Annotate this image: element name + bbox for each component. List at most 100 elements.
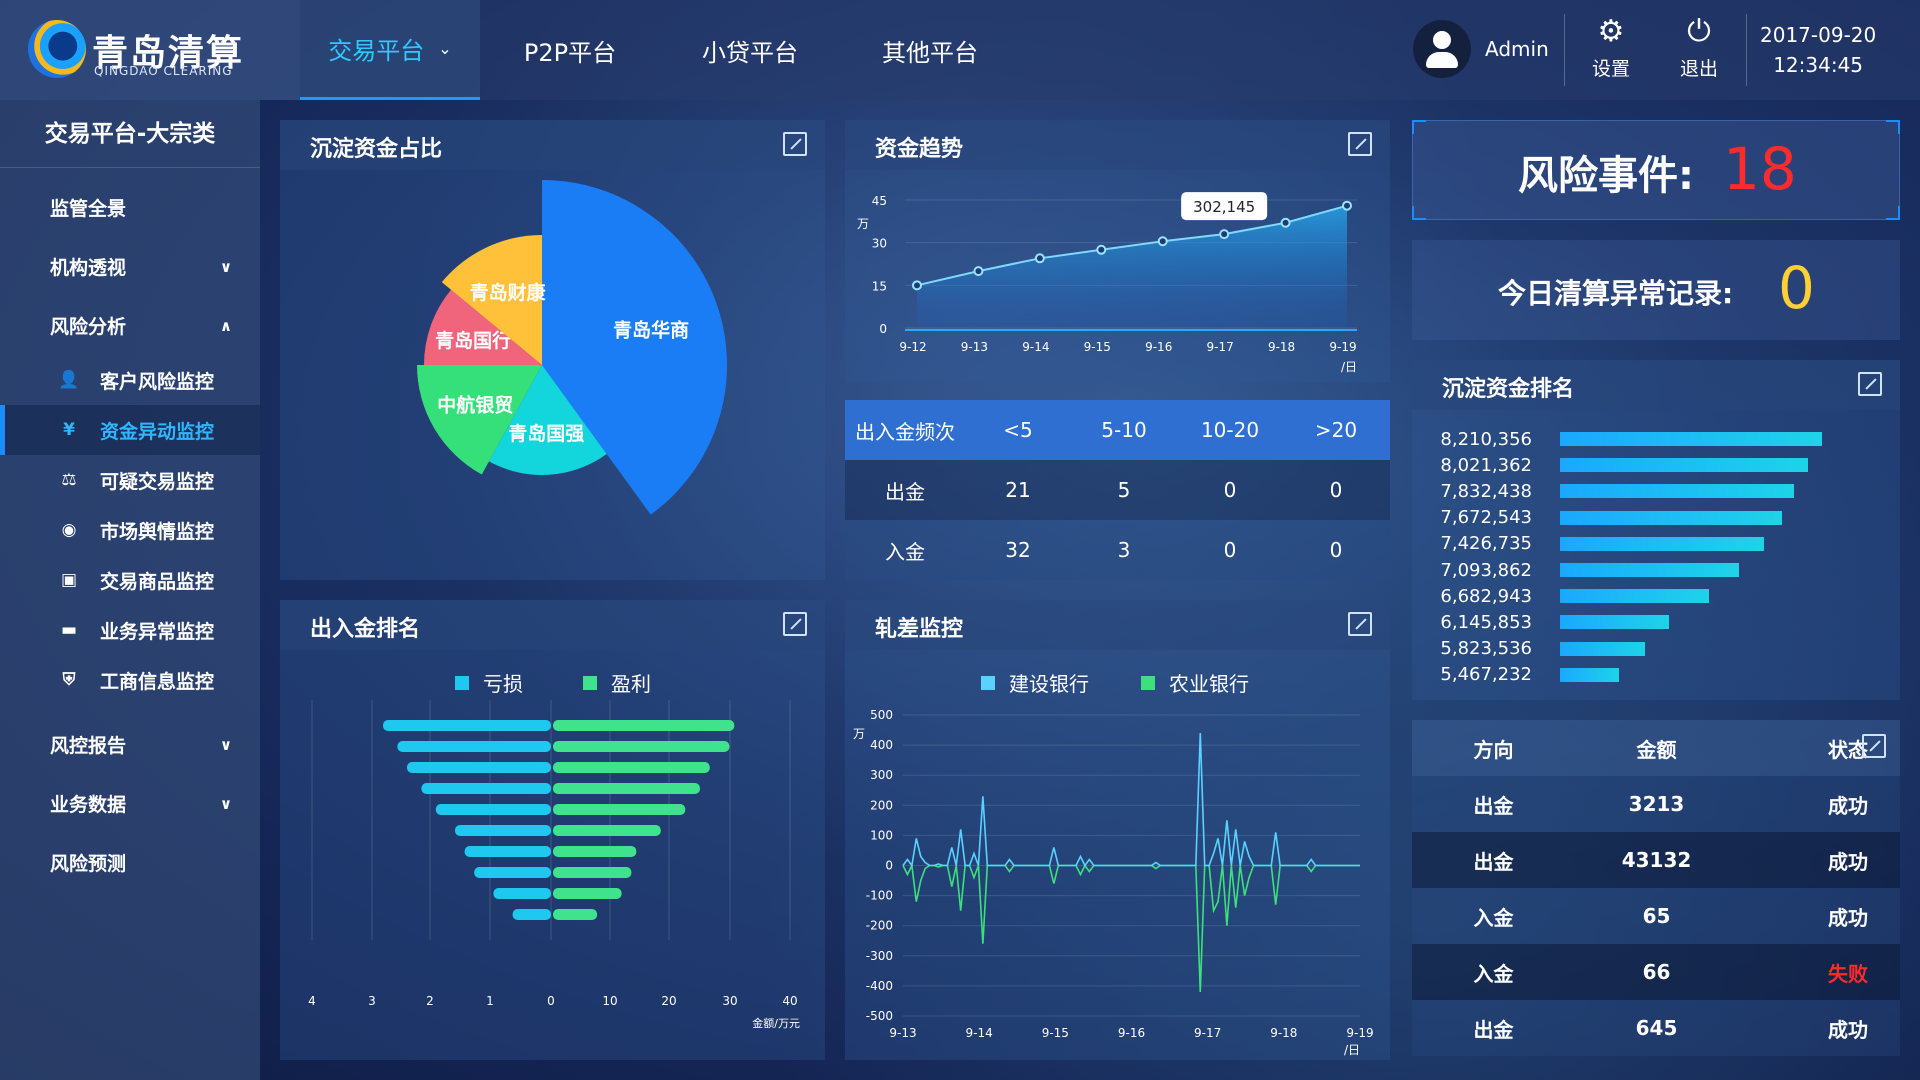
trend-point <box>1157 236 1168 247</box>
tab-microloan-platform[interactable]: 小贷平台 <box>660 0 840 100</box>
profit-bar <box>553 762 710 773</box>
logo[interactable]: 青岛清算 QINGDAO CLEARING <box>0 0 300 100</box>
trend-point <box>1034 253 1045 264</box>
status-cell: 成功 <box>1828 905 1868 930</box>
table-row: 出金 21 5 0 0 <box>845 460 1390 520</box>
sidebar-subitem-customer-risk[interactable]: 👤 客户风险监控 <box>0 355 260 405</box>
shield-icon: ⛨ <box>62 670 76 690</box>
table-header: 出入金频次 <5 5-10 10-20 >20 <box>845 400 1390 460</box>
table-row[interactable]: 出金 645 成功 <box>1412 1000 1900 1056</box>
ranking-bar <box>1560 667 1619 682</box>
sidebar-item-overview[interactable]: 监管全景 <box>0 178 260 237</box>
table-row[interactable]: 入金 66 失败 <box>1412 944 1900 1000</box>
ranking-row: 5,467,232 <box>1412 662 1619 688</box>
sidebar-item-institution[interactable]: 机构透视 ∨ <box>0 237 260 296</box>
x-tick-label: 9-14 <box>966 1026 993 1040</box>
pie-slice-label: 青岛华商 <box>613 319 689 342</box>
frequency-table: 出入金频次 <5 5-10 10-20 >20 出金 21 5 0 0 入金 3… <box>845 400 1390 580</box>
user-icon: 👤 <box>58 370 80 390</box>
legend-profit[interactable]: 盈利 <box>583 668 651 697</box>
panel-header: 出入金排名 <box>280 600 825 650</box>
expand-icon[interactable] <box>1862 734 1886 758</box>
legend-label: 农业银行 <box>1169 672 1249 696</box>
chevron-down-icon[interactable]: ∨ <box>220 258 232 276</box>
sidebar-subitem-public-opinion[interactable]: ◉ 市场舆情监控 <box>0 505 260 555</box>
chevron-down-icon[interactable]: ∨ <box>220 736 232 754</box>
y-tick-label: 0 <box>885 859 893 873</box>
sidebar-item-risk-analysis[interactable]: 风险分析 ∧ <box>0 296 260 355</box>
panel-title: 沉淀资金排名 <box>1442 377 1575 402</box>
tab-trading-platform[interactable]: 交易平台 ⌄ <box>300 0 480 100</box>
sidebar-subitem-business-registry[interactable]: ⛨ 工商信息监控 <box>0 655 260 705</box>
tab-other-platform[interactable]: 其他平台 <box>840 0 1020 100</box>
sidebar-item-risk-forecast[interactable]: 风险预测 <box>0 833 260 892</box>
user-menu[interactable]: Admin <box>1413 20 1549 78</box>
x-tick-label: 9-18 <box>1268 340 1295 354</box>
ranking-row: 6,682,943 <box>1412 583 1709 609</box>
sidebar-subitem-suspicious-trade[interactable]: ⚖ 可疑交易监控 <box>0 455 260 505</box>
y-tick-label: -500 <box>866 1009 893 1023</box>
expand-icon[interactable] <box>783 612 807 636</box>
x-tick-label: 9-18 <box>1270 1026 1297 1040</box>
clock: 2017-09-20 12:34:45 <box>1760 20 1876 80</box>
x-tick-label: 9-13 <box>961 340 988 354</box>
table-header: 方向 金额 状态 <box>1412 720 1900 776</box>
sidebar-subitem-label: 资金异动监控 <box>100 420 215 443</box>
sidebar-item-risk-report[interactable]: 风控报告 ∨ <box>0 715 260 774</box>
corner-mark <box>1412 206 1426 220</box>
netting-monitor-panel: 轧差监控 建设银行 农业银行 500 400 300 200 100 0 -100 -200 -… <box>845 600 1390 1060</box>
table-row[interactable]: 出金 3213 成功 <box>1412 776 1900 832</box>
expand-icon[interactable] <box>1348 132 1372 156</box>
table-cell: 3 <box>1117 538 1131 562</box>
header-cell: 10-20 <box>1200 418 1260 442</box>
chevron-down-icon[interactable]: ⌄ <box>438 39 451 58</box>
logout-button[interactable]: ⏻ 退出 <box>1664 14 1734 81</box>
avatar[interactable] <box>1413 20 1471 78</box>
target-icon: ◉ <box>61 520 77 540</box>
ranking-row: 8,021,362 <box>1412 452 1808 478</box>
table-cell: 0 <box>1223 478 1237 502</box>
expand-icon[interactable] <box>783 132 807 156</box>
sidebar-item-business-data[interactable]: 业务数据 ∨ <box>0 774 260 833</box>
legend-loss[interactable]: 亏损 <box>455 668 523 697</box>
x-tick-label: 9-15 <box>1042 1026 1069 1040</box>
platform-nav: 交易平台 ⌄ P2P平台 小贷平台 其他平台 <box>300 0 1020 100</box>
loss-bar <box>421 783 551 794</box>
logout-label: 退出 <box>1679 58 1718 80</box>
table-row[interactable]: 出金 43132 成功 <box>1412 832 1900 888</box>
sidebar-subitem-commodity[interactable]: ▣ 交易商品监控 <box>0 555 260 605</box>
ccb-line <box>902 733 1360 868</box>
loss-bar <box>397 741 551 752</box>
ranking-row: 7,672,543 <box>1412 505 1783 531</box>
tab-p2p-platform[interactable]: P2P平台 <box>480 0 660 100</box>
loss-bar <box>493 888 551 899</box>
table-body: 出金 3213 成功 出金 43132 成功 入金 65 成功 入金 66 失败 出金 645 成功 <box>1412 776 1900 1056</box>
settings-button[interactable]: ⚙ 设置 <box>1576 14 1646 81</box>
ranking-bar <box>1560 432 1822 446</box>
sidebar-subitem-business-anomaly[interactable]: ▬ 业务异常监控 <box>0 605 260 655</box>
status-cell: 成功 <box>1828 849 1868 874</box>
status-cell: 失败 <box>1828 961 1868 986</box>
settled-fund-share-panel: 沉淀资金占比 青岛华商 青岛国强 中航银贸 青岛国行 青岛财康 <box>280 120 825 580</box>
clearing-anomaly-box: 今日清算异常记录: 0 <box>1412 240 1900 340</box>
ranking-value-label: 8,021,362 <box>1440 454 1532 476</box>
legend-ccb[interactable]: 建设银行 <box>981 668 1089 697</box>
chevron-down-icon[interactable]: ∨ <box>220 795 232 813</box>
legend-abc[interactable]: 农业银行 <box>1141 668 1249 697</box>
pie-slice-label: 中航银贸 <box>437 393 513 416</box>
risk-event-box[interactable]: 风险事件: 18 <box>1412 120 1900 220</box>
loss-bar <box>512 909 551 920</box>
pie-slice-label: 青岛财康 <box>470 281 547 304</box>
y-tick-label: 0 <box>879 322 887 336</box>
sidebar-subitem-label: 可疑交易监控 <box>100 470 215 493</box>
expand-icon[interactable] <box>1858 372 1882 396</box>
sidebar-subitem-fund-anomaly[interactable]: ¥ 资金异动监控 <box>0 405 260 455</box>
profit-bar <box>553 888 622 899</box>
table-cell: 0 <box>1223 538 1237 562</box>
expand-icon[interactable] <box>1348 612 1372 636</box>
profit-bar <box>553 720 735 731</box>
ranking-bar <box>1560 510 1783 525</box>
chevron-up-icon[interactable]: ∧ <box>220 317 232 335</box>
table-row[interactable]: 入金 65 成功 <box>1412 888 1900 944</box>
sidebar-subitem-label: 交易商品监控 <box>100 570 215 593</box>
